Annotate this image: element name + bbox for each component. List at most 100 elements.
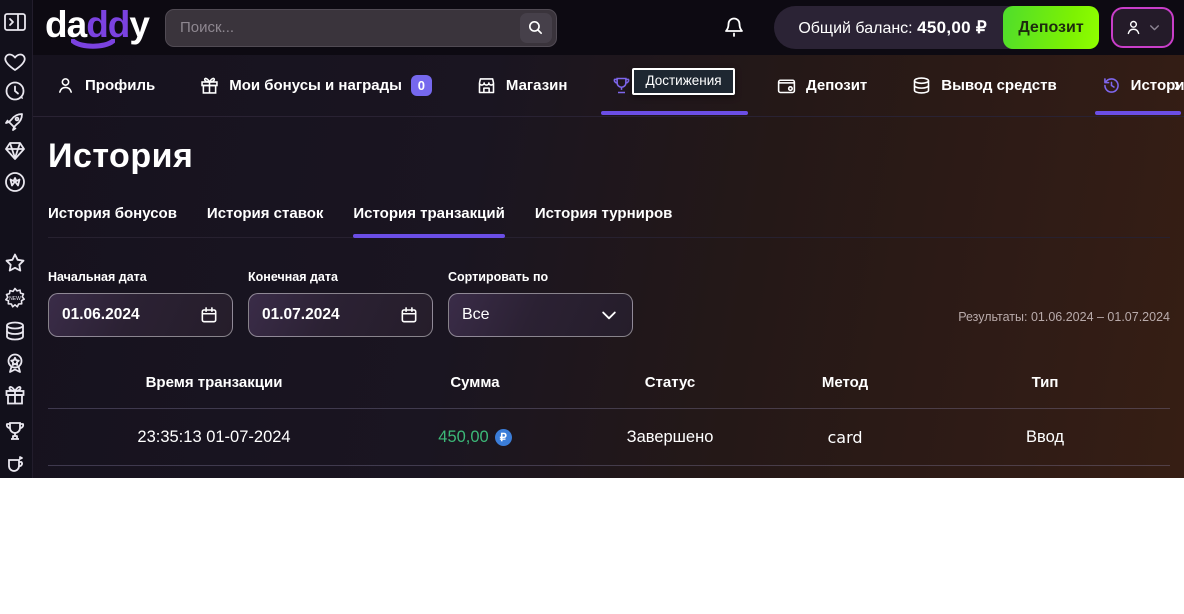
- tab-tournaments-history[interactable]: История турниров: [535, 205, 673, 237]
- profile-menu-button[interactable]: [1111, 7, 1174, 48]
- search-bar: [165, 9, 557, 47]
- table-header: Время транзакции Сумма Статус Метод Тип: [48, 356, 1170, 409]
- nav-item-bonuses[interactable]: Мои бонусы и награды 0: [199, 55, 432, 116]
- nav-item-shop[interactable]: Магазин: [476, 55, 568, 116]
- col-type: Тип: [920, 374, 1170, 391]
- recent-history-icon[interactable]: [3, 79, 27, 103]
- start-date-field[interactable]: [48, 293, 233, 337]
- coins-icon[interactable]: [3, 319, 27, 343]
- end-date-field[interactable]: [248, 293, 433, 337]
- col-time: Время транзакции: [48, 374, 380, 391]
- logo-smile-icon: [71, 39, 115, 49]
- nav-label: Профиль: [85, 77, 155, 94]
- calendar-icon[interactable]: [199, 305, 219, 325]
- table-row: 23:35:13 01-07-2024 450,00 ₽ Завершено ca…: [48, 409, 1170, 466]
- gift-icon: [199, 75, 220, 96]
- store-icon: [476, 75, 497, 96]
- user-avatar-icon: [1124, 18, 1143, 37]
- collapse-panel-icon[interactable]: [3, 10, 27, 34]
- nav-scroll-right-icon[interactable]: ›: [1174, 75, 1180, 97]
- nav-item-profile[interactable]: Профиль: [55, 55, 155, 116]
- calendar-icon[interactable]: [399, 305, 419, 325]
- col-status: Статус: [570, 374, 770, 391]
- user-icon: [55, 75, 76, 96]
- cell-status: Завершено: [570, 428, 770, 447]
- start-date-input[interactable]: [62, 306, 162, 324]
- rocket-icon[interactable]: [3, 109, 27, 133]
- diamond-icon[interactable]: [3, 139, 27, 163]
- page-title: История: [48, 137, 1170, 176]
- cell-method: card: [770, 428, 920, 447]
- chevron-down-icon: [1148, 21, 1161, 34]
- profile-nav: Профиль Мои бонусы и награды 0 Магазин Д…: [33, 55, 1184, 117]
- medal-icon[interactable]: [3, 351, 27, 375]
- nav-item-achievements[interactable]: Достижения Достижения: [611, 55, 732, 116]
- nav-hover-underline: [601, 111, 748, 115]
- wallet-icon: [776, 75, 797, 96]
- amount-value: 450,00: [438, 428, 488, 447]
- history-tabs: История бонусов История ставок История т…: [48, 205, 1170, 238]
- nav-active-underline: [1095, 111, 1181, 115]
- tab-transactions-history[interactable]: История транзакций: [353, 205, 504, 237]
- search-icon[interactable]: [520, 13, 552, 43]
- history-icon: [1101, 75, 1122, 96]
- nav-item-deposit[interactable]: Депозит: [776, 55, 867, 116]
- new-games-icon[interactable]: NEW: [3, 286, 27, 310]
- tab-label: История транзакций: [353, 205, 504, 222]
- balance-value: 450,00 ₽: [917, 18, 987, 37]
- start-date-label: Начальная дата: [48, 270, 233, 284]
- balance-pill: Общий баланс: 450,00 ₽ Депозит: [774, 6, 1099, 49]
- results-range-text: Результаты: 01.06.2024 – 01.07.2024: [958, 310, 1170, 324]
- transactions-table: Время транзакции Сумма Статус Метод Тип …: [48, 356, 1170, 466]
- tab-label: История ставок: [207, 205, 323, 222]
- cell-time: 23:35:13 01-07-2024: [48, 428, 380, 447]
- end-date-label: Конечная дата: [248, 270, 433, 284]
- sort-select[interactable]: Все: [448, 293, 633, 337]
- games-sidebar: NEW: [0, 0, 33, 478]
- sort-group: Сортировать по Все: [448, 270, 633, 337]
- cup-icon[interactable]: [3, 454, 27, 478]
- bonus-count-badge: 0: [411, 75, 432, 96]
- nav-label: Депозит: [806, 77, 867, 94]
- nav-label: Магазин: [506, 77, 568, 94]
- tab-bets-history[interactable]: История ставок: [207, 205, 323, 237]
- chevron-down-icon: [599, 305, 619, 325]
- search-input[interactable]: [180, 19, 520, 36]
- app-window: NEW daddy: [0, 0, 1184, 478]
- tab-bonus-history[interactable]: История бонусов: [48, 205, 177, 237]
- end-date-group: Конечная дата: [248, 270, 433, 337]
- coins-icon: [911, 75, 932, 96]
- nav-item-history[interactable]: История: [1101, 55, 1184, 116]
- sort-label: Сортировать по: [448, 270, 633, 284]
- nav-label: Мои бонусы и награды: [229, 77, 402, 94]
- end-date-input[interactable]: [262, 306, 362, 324]
- col-method: Метод: [770, 374, 920, 391]
- top-bar: daddy Общий баланс: 450,00 ₽ Депозит: [33, 0, 1184, 55]
- balance-text: Общий баланс: 450,00 ₽: [798, 18, 987, 38]
- achievements-tooltip: Достижения: [632, 68, 734, 95]
- history-page: История История бонусов История ставок И…: [33, 117, 1184, 478]
- active-tab-underline: [353, 234, 504, 238]
- svg-text:NEW: NEW: [9, 296, 21, 302]
- trophy-icon: [611, 75, 632, 96]
- start-date-group: Начальная дата: [48, 270, 233, 337]
- tab-label: История бонусов: [48, 205, 177, 222]
- logo-part-3: y: [129, 4, 149, 45]
- daddy-logo[interactable]: daddy: [45, 6, 149, 49]
- ruble-coin-icon: ₽: [495, 429, 512, 446]
- gift-icon[interactable]: [3, 383, 27, 407]
- filters-row: Начальная дата Конечная дата Сортировать…: [48, 270, 1170, 337]
- col-amount: Сумма: [380, 374, 570, 391]
- tab-label: История турниров: [535, 205, 673, 222]
- trophy-icon[interactable]: [3, 419, 27, 443]
- main-column: daddy Общий баланс: 450,00 ₽ Депозит: [33, 0, 1184, 478]
- deposit-button[interactable]: Депозит: [1003, 6, 1099, 49]
- balance-label: Общий баланс:: [798, 20, 917, 37]
- crown-icon[interactable]: [3, 170, 27, 194]
- star-icon[interactable]: [3, 251, 27, 275]
- nav-item-withdraw[interactable]: Вывод средств: [911, 55, 1056, 116]
- favorites-heart-icon[interactable]: [3, 50, 27, 74]
- sort-selected-value: Все: [462, 306, 490, 324]
- notifications-bell-icon[interactable]: [722, 15, 746, 41]
- cell-amount: 450,00 ₽: [380, 428, 570, 447]
